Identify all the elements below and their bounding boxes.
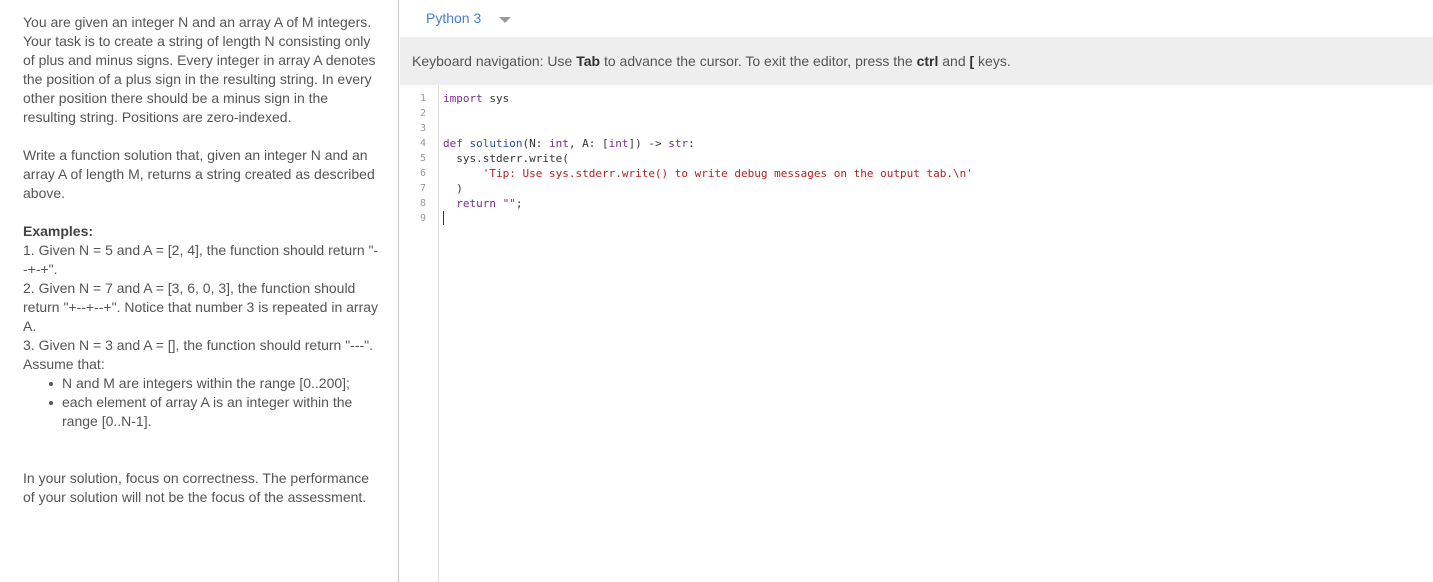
assumption-item: each element of array A is an integer wi… <box>49 393 381 431</box>
code-line: sys.stderr.write( <box>443 152 569 165</box>
code-line: def solution(N: int, A: [int]) -> str: <box>443 137 695 150</box>
line-number-gutter: 1 2 3 4 5 6 7 8 9 <box>400 85 439 582</box>
line-number: 2 <box>419 108 426 119</box>
language-select-label: Python 3 <box>426 10 482 26</box>
tab-key-label: Tab <box>576 53 601 69</box>
line-number: 8 <box>419 198 426 209</box>
text-cursor <box>443 211 444 225</box>
assumption-item: N and M are integers within the range [0… <box>49 374 381 393</box>
example-3: 3. Given N = 3 and A = [], the function … <box>23 337 374 353</box>
task-paragraph-intro: You are given an integer N and an array … <box>23 14 376 125</box>
task-paragraph-closing: In your solution, focus on correctness. … <box>23 470 370 505</box>
line-number: 5 <box>419 153 426 164</box>
assumption-list: N and M are integers within the range [0… <box>23 374 381 431</box>
line-number: 3 <box>419 123 426 134</box>
task-description-panel: You are given an integer N and an array … <box>0 0 399 582</box>
language-select[interactable]: Python 3 <box>426 8 512 28</box>
task-content: You are given an integer N and an array … <box>23 13 381 507</box>
line-number: 7 <box>419 183 426 194</box>
code-line: return ""; <box>456 197 523 210</box>
language-bar: Python 3 <box>400 0 1433 37</box>
example-2: 2. Given N = 7 and A = [3, 6, 0, 3], the… <box>23 280 379 334</box>
assume-heading: Assume that: <box>23 356 105 372</box>
line-number: 6 <box>419 168 426 179</box>
task-paragraph-function: Write a function solution that, given an… <box>23 147 375 201</box>
code-editor[interactable]: 1 2 3 4 5 6 7 8 9 import sys def solutio… <box>400 85 1433 582</box>
code-line: ) <box>443 182 463 195</box>
line-number: 1 <box>419 93 426 104</box>
code-line: import sys <box>443 92 510 105</box>
editor-area: Python 3 Keyboard navigation: Use Tab to… <box>400 0 1433 582</box>
code-line: 'Tip: Use sys.stderr.write() to write de… <box>482 167 973 180</box>
line-number: 4 <box>419 138 426 149</box>
examples-heading: Examples: <box>23 223 94 239</box>
line-number: 9 <box>419 213 426 224</box>
app: You are given an integer N and an array … <box>0 0 1433 582</box>
example-1: 1. Given N = 5 and A = [2, 4], the funct… <box>23 242 379 277</box>
ctrl-key-label: ctrl <box>916 53 939 69</box>
keyboard-navigation-hint: Keyboard navigation: Use Tab to advance … <box>400 37 1433 85</box>
chevron-down-icon <box>499 16 512 23</box>
